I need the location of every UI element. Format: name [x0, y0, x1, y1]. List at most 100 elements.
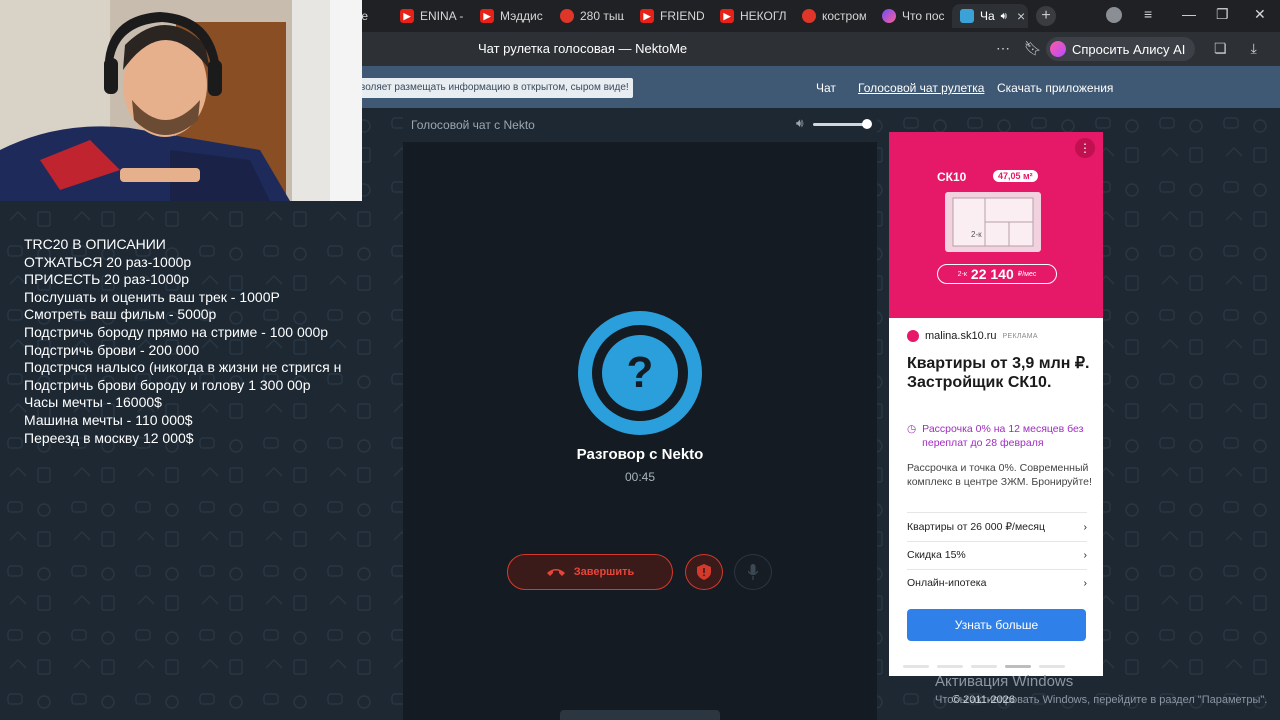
- webcam-feed: [0, 0, 362, 201]
- browser-tab[interactable]: ▶ FRIENDE: [632, 4, 704, 28]
- download-icon[interactable]: ⤓: [1251, 40, 1257, 57]
- price-list-line: Смотреть ваш фильм - 5000р: [24, 306, 217, 323]
- shield-icon: [697, 564, 711, 580]
- ad-headline[interactable]: Квартиры от 3,9 млн ₽. Застройщик СК10.: [907, 354, 1093, 392]
- ad-learn-more-button[interactable]: Узнать больше: [907, 609, 1086, 641]
- profile-avatar[interactable]: [1106, 7, 1122, 23]
- advertisement[interactable]: ⋮ СК10 47,05 м² 2-к 2-к 22 140 ₽/мес mal…: [889, 132, 1103, 676]
- windows-activation-title: Активация Windows: [935, 673, 1074, 690]
- browser-tab-label: костром: [822, 9, 866, 23]
- alice-icon: [1050, 41, 1066, 57]
- call-timer: 00:45: [624, 470, 656, 484]
- ad-promo-text: Рассрочка 0% на 12 месяцев без переплат …: [922, 423, 1084, 449]
- nav-voice-chat[interactable]: Голосовой чат рулетка: [858, 81, 984, 95]
- ad-link-apartments[interactable]: Квартиры от 26 000 ₽/месяц ›: [907, 521, 1087, 533]
- ad-promo: ◷ Рассрочка 0% на 12 месяцев без перепла…: [907, 422, 1097, 450]
- price-list-line: Подстричь бороду прямо на стриме - 100 0…: [24, 323, 329, 340]
- price-list-line: Подстричь брови - 200 000: [24, 341, 200, 358]
- nav-chat[interactable]: Чат: [816, 81, 836, 95]
- close-tab-icon[interactable]: ×: [1017, 8, 1025, 24]
- carousel-dot[interactable]: [903, 665, 929, 668]
- browser-tab-label: НЕКОГЛ: [740, 9, 786, 23]
- page-title[interactable]: Чат рулетка голосовая — NektoMe: [478, 41, 687, 56]
- browser-tab[interactable]: Ча 🔊︎ ×: [952, 4, 1028, 28]
- new-tab-button[interactable]: +: [1036, 6, 1056, 26]
- browser-tab[interactable]: ▶ НЕКОГЛ: [712, 4, 786, 28]
- hangup-icon: [546, 569, 565, 576]
- youtube-icon: ▶: [640, 9, 654, 23]
- nekto-icon: [960, 9, 974, 23]
- price-list-line: ОТЖАТЬСЯ 20 раз-1000р: [24, 253, 192, 270]
- menu-icon[interactable]: ≡: [1144, 6, 1152, 22]
- browser-tab-label: Что пос: [902, 9, 944, 23]
- volume-slider-track[interactable]: [813, 123, 869, 126]
- carousel-dot[interactable]: [1039, 665, 1065, 668]
- report-button[interactable]: [685, 554, 723, 590]
- carousel-dot[interactable]: [937, 665, 963, 668]
- collections-icon[interactable]: ❏: [1214, 40, 1227, 57]
- copyright: © 2011-2026: [952, 694, 1015, 706]
- end-call-label: Завершить: [573, 566, 635, 578]
- browser-tab[interactable]: ▶ Мэддис: [472, 4, 544, 28]
- chat-header-title: Голосовой чат с Nekto: [411, 118, 535, 132]
- ad-body-text: Рассрочка и точка 0%. Современный компле…: [907, 462, 1092, 488]
- divider: [907, 512, 1087, 513]
- browser-tab-label: Мэддис: [500, 9, 543, 23]
- ad-image[interactable]: ⋮ СК10 47,05 м² 2-к 2-к 22 140 ₽/мес: [889, 132, 1103, 318]
- alice-button[interactable]: Спросить Алису AI: [1046, 37, 1196, 61]
- carousel-dot[interactable]: [1005, 665, 1031, 668]
- stranger-avatar: ?: [578, 311, 702, 435]
- chat-header: Голосовой чат с Nekto 🔊︎: [403, 108, 877, 142]
- ad-source[interactable]: malina.sk10.ru РЕКЛАМА: [907, 330, 1038, 342]
- ad-plan-label: 2-к: [971, 230, 982, 239]
- chevron-right-icon: ›: [1083, 521, 1088, 533]
- price-list-line: Подстричь брови бороду и голову 1 300 00…: [24, 376, 311, 393]
- yandex-icon: [560, 9, 574, 23]
- stream-price-list: TRC20 В ОПИСАНИИ ОТЖАТЬСЯ 20 раз-1000р ПРИ…: [24, 236, 376, 447]
- nav-download-apps[interactable]: Скачать приложения: [997, 81, 1113, 95]
- price-list-line: ПРИСЕСТЬ 20 раз-1000р: [24, 271, 190, 288]
- price-list-line: TRC20 В ОПИСАНИИ: [24, 236, 166, 252]
- chevron-right-icon: ›: [1083, 549, 1088, 561]
- volume-slider-handle[interactable]: [862, 119, 873, 129]
- browser-tab[interactable]: Что пос: [874, 4, 944, 28]
- ad-favicon-icon: [907, 330, 919, 342]
- price-list-line: Подстрчся налысо (никогда в жизни не стр…: [24, 359, 342, 376]
- ad-price-badge: 2-к 22 140 ₽/мес: [937, 264, 1057, 284]
- bookmark-icon[interactable]: 🔖︎: [1024, 40, 1042, 57]
- end-call-button[interactable]: Завершить: [507, 554, 673, 590]
- tab-audio-icon[interactable]: 🔊︎: [1001, 11, 1007, 22]
- floor-plan-image: 2-к: [945, 192, 1041, 252]
- maximize-button[interactable]: ❐: [1216, 6, 1229, 23]
- ad-tag: РЕКЛАМА: [1002, 332, 1038, 340]
- ad-price-unit: ₽/мес: [1017, 271, 1037, 278]
- alice-label: Спросить Алису AI: [1072, 41, 1186, 57]
- yandex-icon: [802, 9, 816, 23]
- volume-icon[interactable]: 🔊︎: [796, 116, 804, 131]
- browser-tab-label: Ча: [980, 9, 995, 23]
- browser-tab[interactable]: ▶ ENINA -: [392, 4, 464, 28]
- youtube-icon: ▶: [480, 9, 494, 23]
- carousel-dot[interactable]: [971, 665, 997, 668]
- more-icon[interactable]: ⋯: [996, 40, 1010, 57]
- browser-tab[interactable]: костром: [794, 4, 866, 28]
- streamer-video: [0, 0, 362, 201]
- browser-tab[interactable]: 280 тыщ: [552, 4, 624, 28]
- close-window-button[interactable]: ✕: [1254, 6, 1266, 23]
- ad-link-discount[interactable]: Скидка 15% ›: [907, 549, 1087, 561]
- browser-tab-label: 280 тыщ: [580, 9, 624, 23]
- price-list-line: Часы мечты - 16000$: [24, 394, 162, 411]
- ad-link-mortgage[interactable]: Онлайн-ипотека ›: [907, 577, 1087, 589]
- ad-link-label: Онлайн-ипотека: [907, 577, 987, 589]
- warning-banner: воляет размещать информацию в открытом, …: [356, 78, 633, 98]
- toolbar-right: ❏ ⤓: [1214, 40, 1257, 57]
- ad-area-badge: 47,05 м²: [993, 170, 1038, 182]
- divider: [907, 541, 1087, 542]
- mute-mic-button[interactable]: [734, 554, 772, 590]
- minimize-button[interactable]: —: [1182, 6, 1196, 22]
- neuro-icon: [882, 9, 896, 23]
- ad-menu-icon[interactable]: ⋮: [1075, 138, 1095, 158]
- chevron-right-icon: ›: [1083, 577, 1088, 589]
- ad-brand-logo: СК10: [937, 170, 967, 184]
- browser-tab-label: ENINA -: [420, 9, 464, 23]
